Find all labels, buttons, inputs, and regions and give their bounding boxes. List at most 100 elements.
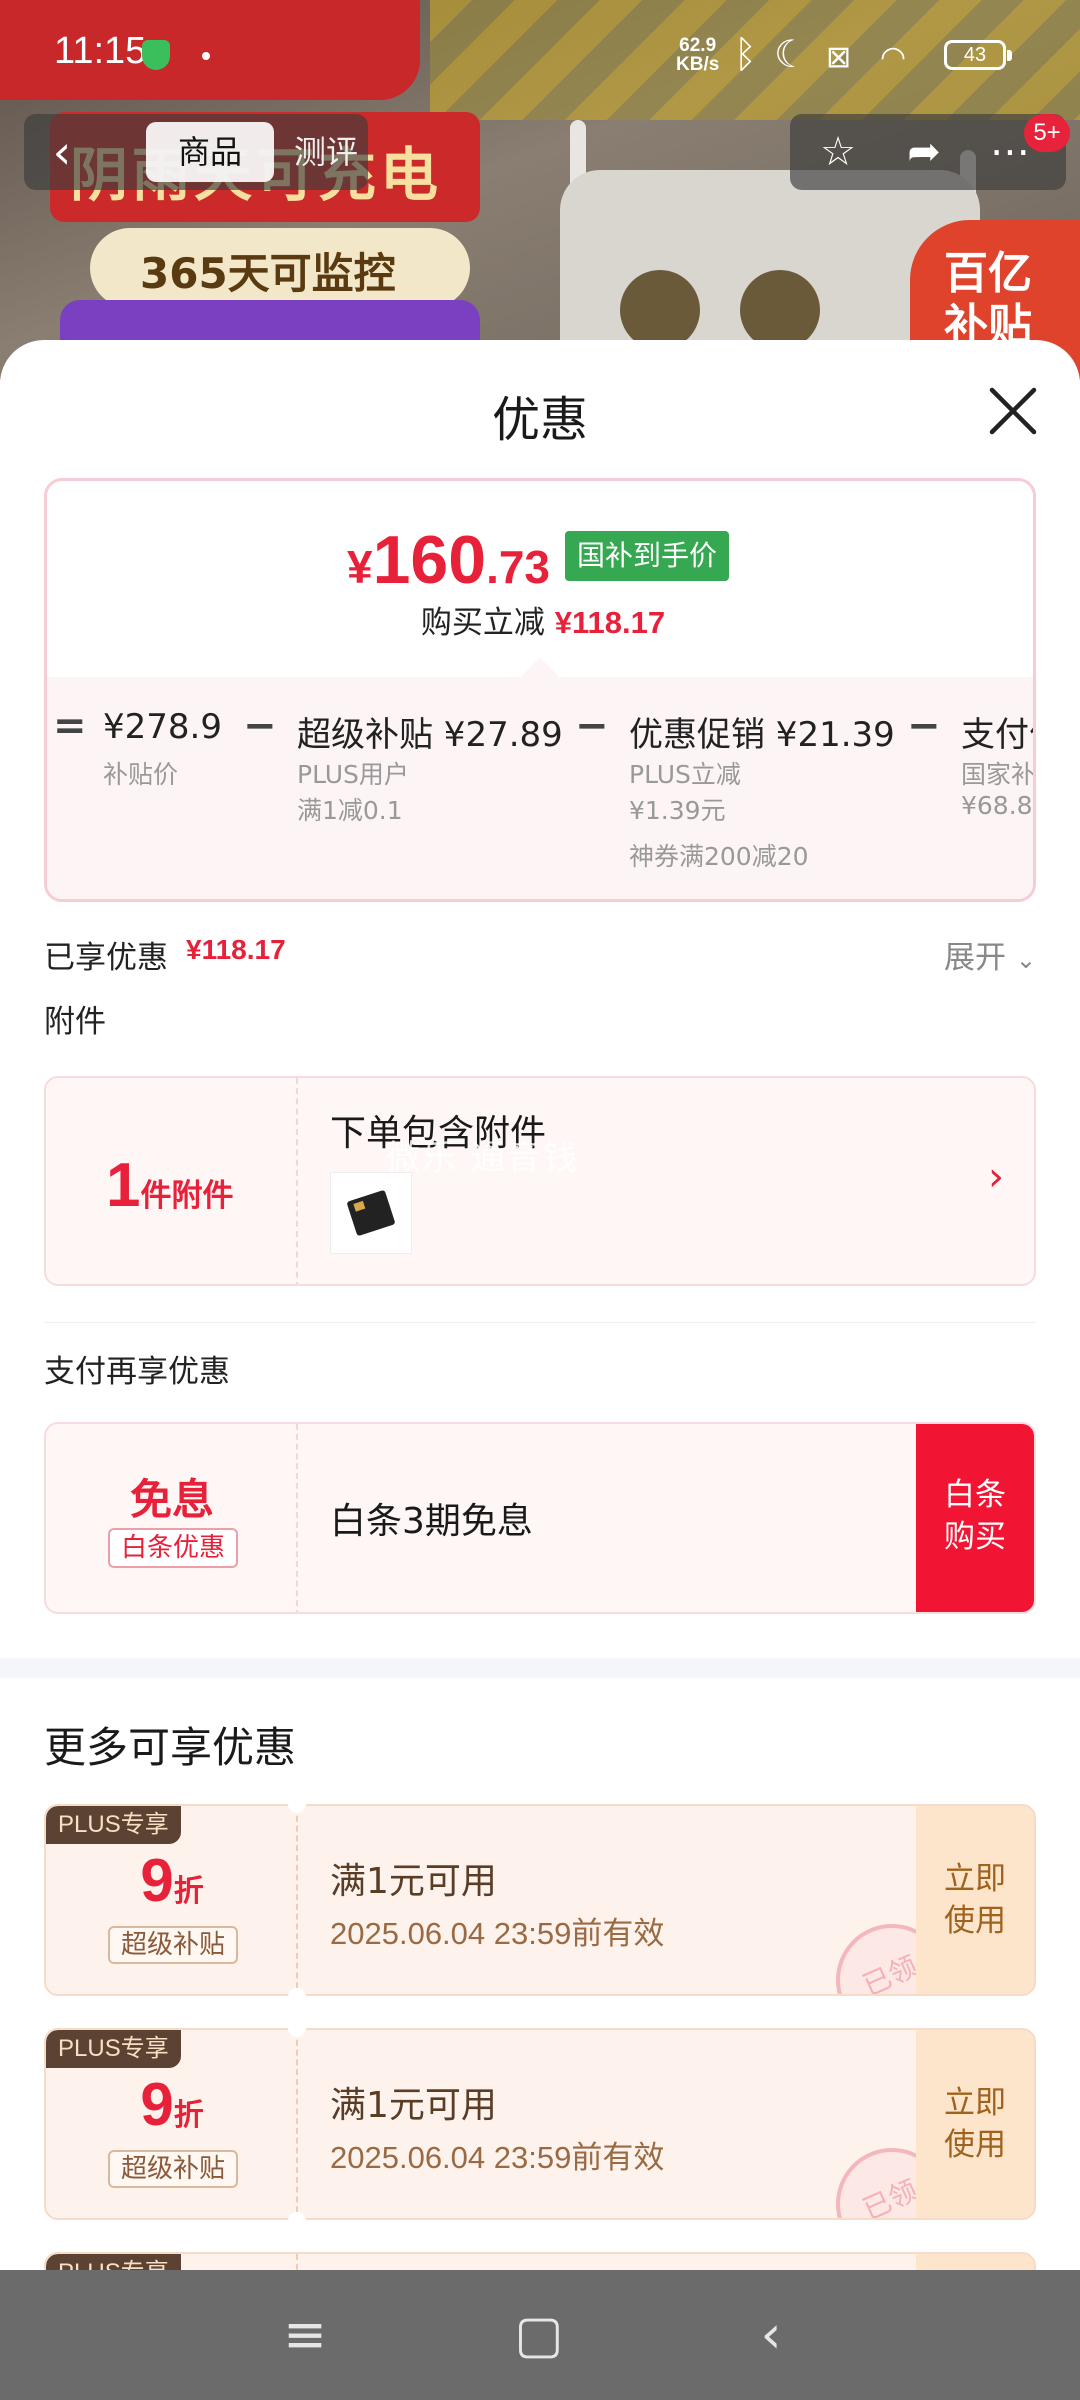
instant-discount-label: 购买立减 [420,605,545,641]
breakdown-main: 优惠促销 ¥21.39 [629,715,895,755]
baitiao-buy-line1: 白条 [944,1477,1006,1513]
breakdown-line: 补贴价 [103,760,179,789]
breakdown-line: PLUS用户 [297,760,409,789]
star-icon[interactable]: ☆ [808,122,868,182]
use-coupon-line1: 立即 [944,1861,1006,1897]
chevron-right-icon: › [988,1154,1004,1200]
breakdown-line: ¥1.39元 [629,796,726,825]
share-icon[interactable]: ➦ [894,122,954,182]
interest-free-label: 免息 [129,1475,214,1524]
tab-product[interactable]: 商品 [146,122,274,182]
national-subsidy-tag: 国补到手价 [565,531,730,581]
breakdown-main: ¥278.9 [103,707,222,747]
product-nav-group: ‹ 商品 测评 [24,114,368,190]
image-badge-365: 365天可监控 [90,228,470,308]
coupon-notch [288,2212,306,2230]
breakdown-operator: − [575,703,609,749]
back-icon[interactable]: ‹ [24,114,100,190]
image-badge-365-text: 365天可监控 [140,249,396,298]
breakdown-line: ¥68.89 [961,791,1033,820]
sheet-title: 优惠 [491,392,588,448]
baitiao-description: 白条3期免息 [330,1501,533,1542]
accessory-section-label: 附件 [44,1004,106,1040]
back-nav-icon[interactable]: ‹ [736,2300,806,2370]
wifi-icon: ◠ [880,40,907,75]
discount-sheet: 优惠 ¥160.73 国补到手价 购买立减 ¥118.17 = ¥278.9 补… [0,340,1080,2400]
price-integer: 160 [372,522,487,598]
memory-card-thumbnail [330,1172,412,1254]
breakdown-main: 超级补贴 ¥27.89 [297,715,563,755]
watermark-text: 微乐 通音钱 [386,1138,579,1178]
coupon-condition: 满1元可用 [330,1861,497,1902]
coupon-discount-panel: PLUS专享 9折 超级补贴 [46,1806,298,1994]
expand-label: 展开 [944,940,1007,976]
coupon-validity: 2025.06.04 23:59前有效 [330,2140,665,2175]
accessory-count-panel: 1件附件 [46,1078,298,1284]
accessory-count: 1件附件 [106,1150,233,1221]
home-icon[interactable]: ▢ [504,2300,574,2370]
battery-icon: 43 [944,40,1012,70]
instant-discount-amount: ¥118.17 [554,605,666,640]
breakdown-operator: − [907,703,941,749]
status-time: 11:15 [54,30,147,72]
close-icon[interactable] [978,376,1048,446]
baitiao-tag: 白条优惠 [108,1528,238,1568]
instant-discount-line: 购买立减 ¥118.17 [47,597,1033,642]
more-offers-title: 更多可享优惠 [44,1723,297,1772]
coupon-card: PLUS专享 9折 超级补贴 满1元可用 2025.06.04 23:59前有效… [44,1804,1036,1996]
expand-toggle[interactable]: 展开 ⌄ [944,932,1036,977]
coupon-validity: 2025.06.04 23:59前有效 [330,1916,665,1951]
coupon-card: PLUS专享 9折 超级补贴 满1元可用 2025.06.04 23:59前有效… [44,2028,1036,2220]
sd-card-icon [346,1189,396,1237]
breakdown-operator: = [53,703,87,749]
coupon-discount-number: 9 [140,2071,174,2138]
payment-section-label: 支付再享优惠 [44,1354,230,1390]
breakdown-line: 神券满200减20 [629,842,809,871]
network-speed-unit: KB/s [676,54,720,75]
security-shield-icon [142,40,170,70]
breakdown-main: 支付优惠 [961,715,1033,755]
coupon-discount-unit: 折 [173,2098,204,2133]
use-coupon-line1: 立即 [944,2085,1006,2121]
use-coupon-line2: 使用 [944,1903,1006,1939]
breakdown-line: 满1减0.1 [297,796,403,825]
price-summary-card: ¥160.73 国补到手价 购买立减 ¥118.17 = ¥278.9 补贴价 … [44,478,1036,902]
section-divider [44,1322,1036,1323]
image-subsidy-text: 百亿补贴 [944,248,1032,351]
plus-exclusive-badge: PLUS专享 [46,2030,181,2068]
baitiao-buy-button[interactable]: 白条 购买 [916,1424,1034,1612]
bluetooth-icon: ᛒ [734,32,757,76]
coupon-condition: 满1元可用 [330,2085,497,2126]
use-coupon-button[interactable]: 立即 使用 [916,1806,1034,1994]
breakdown-operator: − [243,703,277,749]
coupon-discount-unit: 折 [173,1874,204,1909]
menu-icon[interactable]: ≡ [270,2300,340,2370]
accessory-count-unit: 件附件 [140,1178,234,1214]
breakdown-line: 国家补贴 [961,760,1036,789]
use-coupon-button[interactable]: 立即 使用 [916,2030,1034,2218]
tab-review[interactable]: 测评 [286,122,366,182]
camera-lens [740,270,820,350]
price-currency: ¥ [347,541,373,593]
coupon-discount: 9折 [46,1846,298,1915]
network-speed-value: 62.9 [679,35,717,56]
notification-dot-icon [202,52,210,60]
coupon-notch [288,1988,306,2006]
baitiao-offer-card: 免息 白条优惠 白条3期免息 白条 购买 [44,1422,1036,1614]
accessory-card[interactable]: 1件附件 下单包含附件 微乐 通音钱 › [44,1076,1036,1286]
coupon-notch [288,2019,306,2037]
message-count-badge: 5+ [1024,114,1070,152]
status-bar: 11:15 62.9 KB/s ᛒ ☾ ⊠ ◠ 43 [0,0,1080,110]
price-summary-top: ¥160.73 国补到手价 购买立减 ¥118.17 [47,481,1033,671]
coupon-discount: 9折 [46,2070,298,2139]
enjoyed-discount-label: 已享优惠 [44,940,168,976]
do-not-disturb-moon-icon: ☾ [774,32,809,76]
sim-off-icon: ⊠ [826,40,852,75]
accessory-count-number: 1 [106,1151,141,1220]
coupon-type-tag: 超级补贴 [108,2150,238,2188]
plus-exclusive-badge: PLUS专享 [46,1806,181,1844]
use-coupon-line2: 使用 [944,2127,1006,2163]
breakdown-line: PLUS立减 [629,760,741,789]
coupon-discount-panel: PLUS专享 9折 超级补贴 [46,2030,298,2218]
camera-lens [620,270,700,350]
